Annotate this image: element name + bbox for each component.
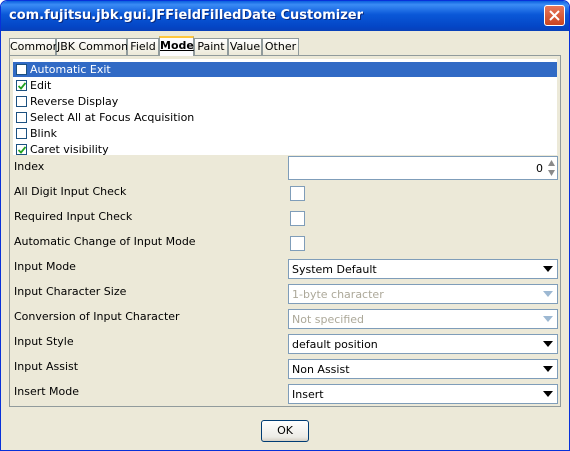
input-mode-label: Input Mode: [14, 260, 76, 273]
option-label: Edit: [30, 79, 52, 92]
tab-field[interactable]: Field: [127, 38, 159, 55]
checkbox[interactable]: [16, 112, 27, 123]
option-caret-visibility[interactable]: Caret visibility: [13, 142, 557, 157]
tab-label: Field: [130, 40, 156, 53]
option-label: Caret visibility: [30, 143, 109, 156]
checkmark-icon: [18, 146, 26, 154]
conversion-combo[interactable]: Not specified: [288, 309, 558, 329]
customizer-window: com.fujitsu.jbk.gui.JFFieldFilledDate Cu…: [0, 0, 570, 451]
option-blink[interactable]: Blink: [13, 126, 557, 141]
insert-mode-label: Insert Mode: [14, 385, 80, 398]
close-button[interactable]: [544, 5, 565, 26]
tab-label: Value: [229, 40, 261, 53]
mode-panel: Automatic Exit Edit Reverse Display Sele…: [9, 55, 561, 407]
option-label: Reverse Display: [30, 95, 119, 108]
dropdown-arrow-icon[interactable]: [540, 386, 556, 402]
dropdown-arrow-icon[interactable]: [540, 361, 556, 377]
option-reverse-display[interactable]: Reverse Display: [13, 94, 557, 109]
dropdown-arrow-icon[interactable]: [540, 261, 556, 277]
checkmark-icon: [18, 82, 26, 90]
input-mode-value: System Default: [292, 263, 377, 276]
input-mode-combo[interactable]: System Default: [288, 259, 558, 279]
tab-common[interactable]: Common: [9, 38, 60, 55]
checkbox[interactable]: [16, 96, 27, 107]
char-size-value: 1-byte character: [292, 288, 384, 301]
checkbox[interactable]: [16, 144, 27, 155]
tab-label: Common: [10, 40, 60, 53]
char-size-combo[interactable]: 1-byte character: [288, 284, 558, 304]
tab-label: Other: [264, 40, 297, 53]
conversion-value: Not specified: [292, 313, 365, 326]
index-value: 0: [536, 162, 543, 175]
ok-button[interactable]: OK: [261, 420, 309, 442]
index-label: Index: [14, 160, 45, 173]
dropdown-arrow-icon[interactable]: [540, 336, 556, 352]
checkbox[interactable]: [16, 128, 27, 139]
required-label: Required Input Check: [14, 210, 133, 223]
option-edit[interactable]: Edit: [13, 78, 557, 93]
input-style-combo[interactable]: default position: [288, 334, 558, 354]
window-title: com.fujitsu.jbk.gui.JFFieldFilledDate Cu…: [9, 8, 363, 23]
input-assist-value: Non Assist: [292, 363, 350, 376]
char-size-label: Input Character Size: [14, 285, 127, 298]
tab-paint[interactable]: Paint: [194, 38, 228, 55]
index-spinner[interactable]: 0: [288, 156, 558, 180]
all-digit-label: All Digit Input Check: [14, 185, 127, 198]
required-checkbox[interactable]: [290, 211, 305, 226]
option-label: Automatic Exit: [30, 63, 111, 76]
input-style-value: default position: [292, 338, 378, 351]
option-label: Select All at Focus Acquisition: [30, 111, 195, 124]
tab-mode[interactable]: Mode: [159, 36, 194, 56]
tab-jbk-common[interactable]: JBK Common: [56, 38, 129, 55]
checkbox[interactable]: [16, 64, 27, 75]
dropdown-arrow-icon[interactable]: [540, 311, 556, 327]
input-assist-label: Input Assist: [14, 360, 79, 373]
dropdown-arrow-icon[interactable]: [540, 286, 556, 302]
checkbox[interactable]: [16, 80, 27, 91]
insert-mode-value: Insert: [292, 388, 324, 401]
insert-mode-combo[interactable]: Insert: [288, 384, 558, 404]
tab-other[interactable]: Other: [262, 38, 299, 55]
option-automatic-exit[interactable]: Automatic Exit: [13, 62, 557, 77]
tab-value[interactable]: Value: [228, 38, 262, 55]
spinner-arrows-icon[interactable]: [547, 158, 556, 178]
tab-label: Mode: [160, 39, 194, 52]
options-checklist: Automatic Exit Edit Reverse Display Sele…: [13, 59, 557, 157]
input-style-label: Input Style: [14, 335, 74, 348]
all-digit-checkbox[interactable]: [290, 186, 305, 201]
input-assist-combo[interactable]: Non Assist: [288, 359, 558, 379]
auto-change-label: Automatic Change of Input Mode: [14, 235, 196, 248]
conversion-label: Conversion of Input Character: [14, 310, 180, 323]
close-icon: [549, 10, 560, 21]
title-bar[interactable]: com.fujitsu.jbk.gui.JFFieldFilledDate Cu…: [1, 1, 569, 31]
option-label: Blink: [30, 127, 58, 140]
tab-label: JBK Common: [57, 40, 129, 53]
auto-change-checkbox[interactable]: [290, 236, 305, 251]
option-select-all[interactable]: Select All at Focus Acquisition: [13, 110, 557, 125]
tab-label: Paint: [197, 40, 225, 53]
